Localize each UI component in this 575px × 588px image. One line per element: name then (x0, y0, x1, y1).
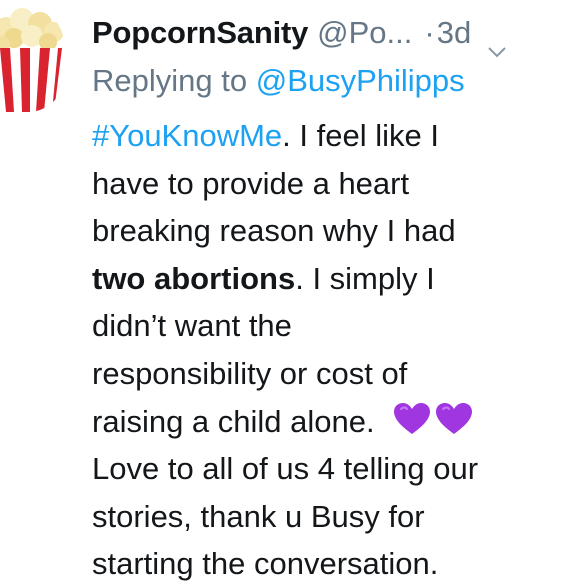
tweet-line: #YouKnowMe. I feel like I (92, 112, 562, 160)
tweet-content: PopcornSanity @Po... · 3d Replying to @B… (92, 10, 562, 588)
replying-to-label: Replying to (92, 63, 256, 98)
tweet-line: have to provide a heart (92, 165, 410, 201)
tweet-text: #YouKnowMe. I feel like I have to provid… (92, 112, 562, 588)
tweet-text-segment: . I feel like I (282, 118, 439, 153)
tweet-card[interactable]: PopcornSanity @Po... · 3d Replying to @B… (0, 0, 575, 583)
display-name[interactable]: PopcornSanity (92, 10, 308, 56)
avatar[interactable] (0, 8, 64, 112)
replying-to: Replying to @BusyPhilipps (92, 58, 562, 104)
tweet-text-segment: . I simply I (295, 260, 435, 296)
tweet-line: Love to all of us 4 telling our (92, 451, 479, 487)
tweet-line: two abortions. I simply I (92, 255, 562, 303)
timestamp[interactable]: 3d (437, 10, 471, 56)
tweet-line: responsibility or cost of (92, 355, 408, 391)
tweet-line: didn’t want the (92, 308, 292, 344)
chevron-down-icon[interactable] (487, 26, 507, 58)
tweet-text-segment: raising a child alone. (92, 403, 375, 439)
tweet-line: starting the conversation. (92, 546, 439, 582)
purple-heart-icon (393, 402, 431, 436)
tweet-line: stories, thank u Busy for (92, 498, 425, 534)
user-handle[interactable]: @Po... (317, 10, 412, 56)
tweet-line: breaking reason why I had (92, 213, 456, 249)
hashtag-link[interactable]: #YouKnowMe (92, 118, 282, 153)
mention-link[interactable]: @BusyPhilipps (256, 63, 465, 98)
tweet-header: PopcornSanity @Po... · 3d (92, 10, 562, 58)
bold-text: two abortions (92, 260, 296, 296)
separator-dot: · (424, 15, 435, 50)
popcorn-box-icon (0, 8, 64, 112)
purple-heart-icon (435, 402, 473, 436)
tweet-line: raising a child alone. (92, 398, 562, 446)
